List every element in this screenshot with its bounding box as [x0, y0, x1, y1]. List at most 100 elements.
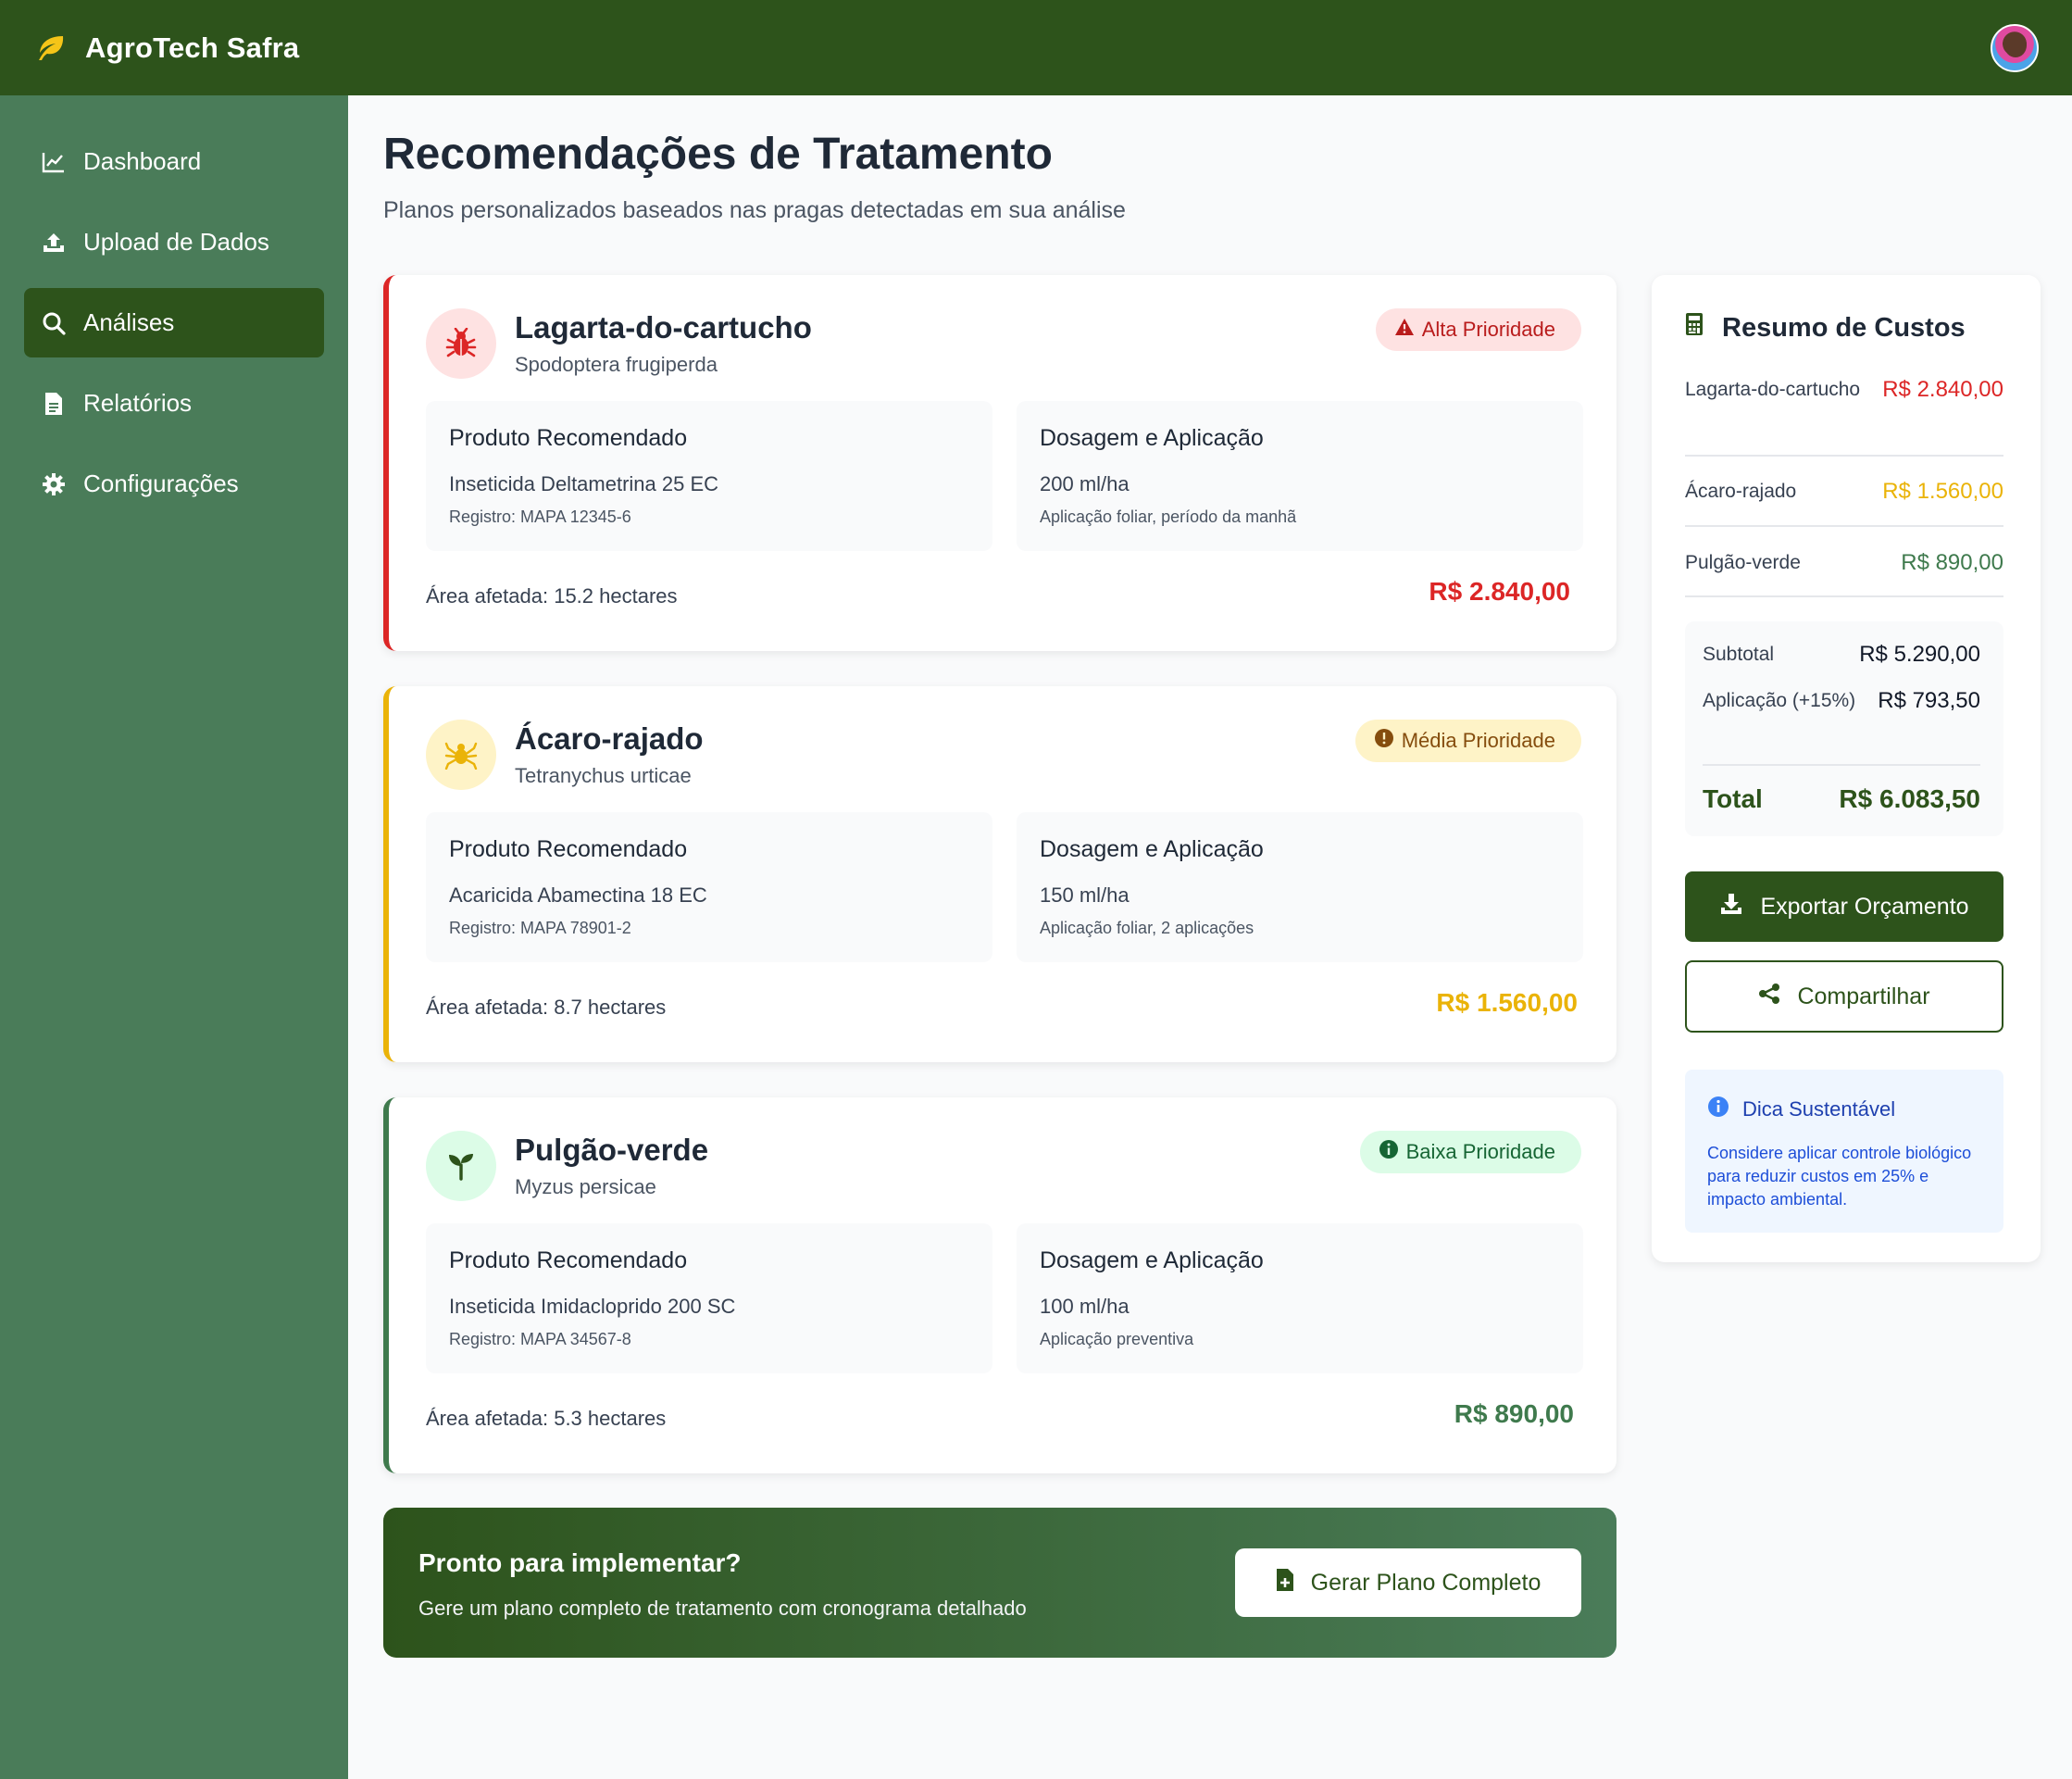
pest-scientific-name: Spodoptera frugiperda: [515, 353, 718, 376]
cost-summary-panel: Resumo de Custos Lagarta-do-cartucho R$ …: [1652, 275, 2041, 1262]
cost-row-label: Ácaro-rajado: [1685, 481, 1797, 502]
pest-card-acaro: Ácaro-rajado Tetranychus urticae Média P…: [383, 686, 1616, 1062]
cta-banner: Pronto para implementar? Gere um plano c…: [383, 1508, 1616, 1658]
cost-row: Ácaro-rajado R$ 1.560,00: [1685, 479, 2003, 505]
export-budget-label: Exportar Orçamento: [1760, 893, 1969, 920]
pest-name: Ácaro-rajado: [515, 721, 704, 756]
pest-cost: R$ 890,00: [1454, 1399, 1574, 1428]
sidebar: Dashboard Upload de Dados Análises Relat…: [0, 95, 348, 1779]
affected-area: Área afetada: 15.2 hectares: [426, 584, 678, 608]
application-fee-label: Aplicação (+15%): [1703, 690, 1856, 711]
sidebar-item-upload[interactable]: Upload de Dados: [24, 207, 324, 277]
exclamation-circle-icon: [1374, 728, 1394, 754]
search-icon: [41, 310, 67, 336]
generate-plan-label: Gerar Plano Completo: [1310, 1569, 1542, 1596]
cost-row: Lagarta-do-cartucho R$ 2.840,00: [1685, 377, 2003, 403]
product-box: Produto Recomendado Inseticida Imidaclop…: [426, 1223, 992, 1373]
pest-name: Lagarta-do-cartucho: [515, 310, 812, 345]
export-budget-button[interactable]: Exportar Orçamento: [1685, 871, 2003, 942]
sidebar-item-analises[interactable]: Análises: [24, 288, 324, 357]
product-heading: Produto Recomendado: [449, 836, 688, 862]
upload-icon: [41, 230, 67, 256]
product-registry: Registro: MAPA 12345-6: [449, 507, 631, 526]
totals-box: Subtotal R$ 5.290,00 Aplicação (+15%) R$…: [1685, 621, 2003, 836]
pest-cost: R$ 2.840,00: [1429, 577, 1570, 606]
leaf-icon: [35, 32, 67, 64]
product-heading: Produto Recomendado: [449, 425, 688, 451]
info-circle-icon: [1707, 1096, 1729, 1123]
sidebar-item-configuracoes[interactable]: Configurações: [24, 449, 324, 519]
application-fee-value: R$ 793,50: [1878, 688, 1980, 713]
divider: [1685, 595, 2003, 597]
main-content: Recomendações de Tratamento Planos perso…: [348, 95, 2072, 1779]
dosage-value: 100 ml/ha: [1040, 1295, 1130, 1318]
dosage-heading: Dosagem e Aplicação: [1040, 836, 1264, 862]
divider: [1685, 525, 2003, 527]
total-row: Total R$ 6.083,50: [1703, 784, 1980, 814]
chart-line-icon: [41, 149, 67, 175]
product-name: Acaricida Abamectina 18 EC: [449, 883, 707, 907]
page-subtitle: Planos personalizados baseados nas praga…: [383, 197, 1126, 223]
cost-row-value: R$ 890,00: [1901, 550, 2003, 575]
file-icon: [41, 391, 67, 417]
spider-icon: [426, 720, 496, 790]
priority-badge: Baixa Prioridade: [1359, 1131, 1581, 1173]
product-registry: Registro: MAPA 78901-2: [449, 919, 631, 937]
pest-scientific-name: Myzus persicae: [515, 1175, 656, 1198]
product-name: Inseticida Deltametrina 25 EC: [449, 472, 719, 495]
divider: [1703, 764, 1980, 766]
sustainable-tip: Dica Sustentável Considere aplicar contr…: [1685, 1070, 2003, 1233]
seedling-icon: [426, 1131, 496, 1201]
cost-row-value: R$ 2.840,00: [1882, 377, 2003, 402]
share-button[interactable]: Compartilhar: [1685, 960, 2003, 1033]
sidebar-item-label: Relatórios: [83, 389, 193, 417]
sidebar-item-relatorios[interactable]: Relatórios: [24, 369, 324, 438]
warning-icon: [1394, 318, 1415, 342]
info-circle-icon: [1379, 1139, 1399, 1165]
product-box: Produto Recomendado Inseticida Deltametr…: [426, 401, 992, 551]
pest-card-lagarta: Lagarta-do-cartucho Spodoptera frugiperd…: [383, 275, 1616, 651]
generate-plan-button[interactable]: Gerar Plano Completo: [1235, 1548, 1581, 1617]
cost-row-label: Pulgão-verde: [1685, 552, 1801, 573]
priority-badge: Alta Prioridade: [1375, 308, 1581, 351]
summary-title-label: Resumo de Custos: [1722, 312, 1966, 343]
product-box: Produto Recomendado Acaricida Abamectina…: [426, 812, 992, 962]
total-label: Total: [1703, 784, 1763, 813]
calculator-icon: [1685, 312, 1704, 344]
product-heading: Produto Recomendado: [449, 1247, 688, 1273]
dosage-box: Dosagem e Aplicação 150 ml/ha Aplicação …: [1017, 812, 1583, 962]
cta-title: Pronto para implementar?: [418, 1548, 742, 1577]
dosage-value: 150 ml/ha: [1040, 883, 1130, 907]
sidebar-item-label: Análises: [83, 308, 175, 336]
tip-text: Considere aplicar controle biológico par…: [1707, 1144, 1972, 1209]
priority-label: Alta Prioridade: [1421, 318, 1555, 341]
cost-row: Pulgão-verde R$ 890,00: [1685, 550, 2003, 576]
priority-label: Baixa Prioridade: [1405, 1140, 1555, 1163]
subtotal-value: R$ 5.290,00: [1859, 642, 1980, 667]
cta-subtitle: Gere um plano completo de tratamento com…: [418, 1597, 1027, 1620]
page-title: Recomendações de Tratamento: [383, 130, 1053, 179]
application-method: Aplicação foliar, período da manhã: [1040, 507, 1297, 526]
avatar[interactable]: [1991, 24, 2039, 72]
sidebar-item-label: Configurações: [83, 470, 239, 497]
sidebar-item-dashboard[interactable]: Dashboard: [24, 127, 324, 196]
file-plus-icon: [1276, 1568, 1294, 1598]
subtotal-label: Subtotal: [1703, 644, 1775, 665]
product-registry: Registro: MAPA 34567-8: [449, 1330, 631, 1348]
dosage-heading: Dosagem e Aplicação: [1040, 425, 1264, 451]
pest-card-pulgao: Pulgão-verde Myzus persicae Baixa Priori…: [383, 1097, 1616, 1473]
cost-row-label: Lagarta-do-cartucho: [1685, 379, 1861, 400]
affected-area: Área afetada: 8.7 hectares: [426, 996, 667, 1019]
summary-title: Resumo de Custos: [1685, 312, 1966, 344]
top-bar: AgroTech Safra: [0, 0, 2072, 95]
pest-scientific-name: Tetranychus urticae: [515, 764, 692, 787]
brand[interactable]: AgroTech Safra: [35, 31, 299, 65]
dosage-box: Dosagem e Aplicação 100 ml/ha Aplicação …: [1017, 1223, 1583, 1373]
tip-title-label: Dica Sustentável: [1742, 1097, 1896, 1121]
pest-cost: R$ 1.560,00: [1436, 988, 1578, 1017]
bug-icon: [426, 308, 496, 379]
app-title: AgroTech Safra: [85, 31, 300, 64]
affected-area: Área afetada: 5.3 hectares: [426, 1407, 667, 1430]
dosage-heading: Dosagem e Aplicação: [1040, 1247, 1264, 1273]
share-label: Compartilhar: [1797, 983, 1930, 1009]
